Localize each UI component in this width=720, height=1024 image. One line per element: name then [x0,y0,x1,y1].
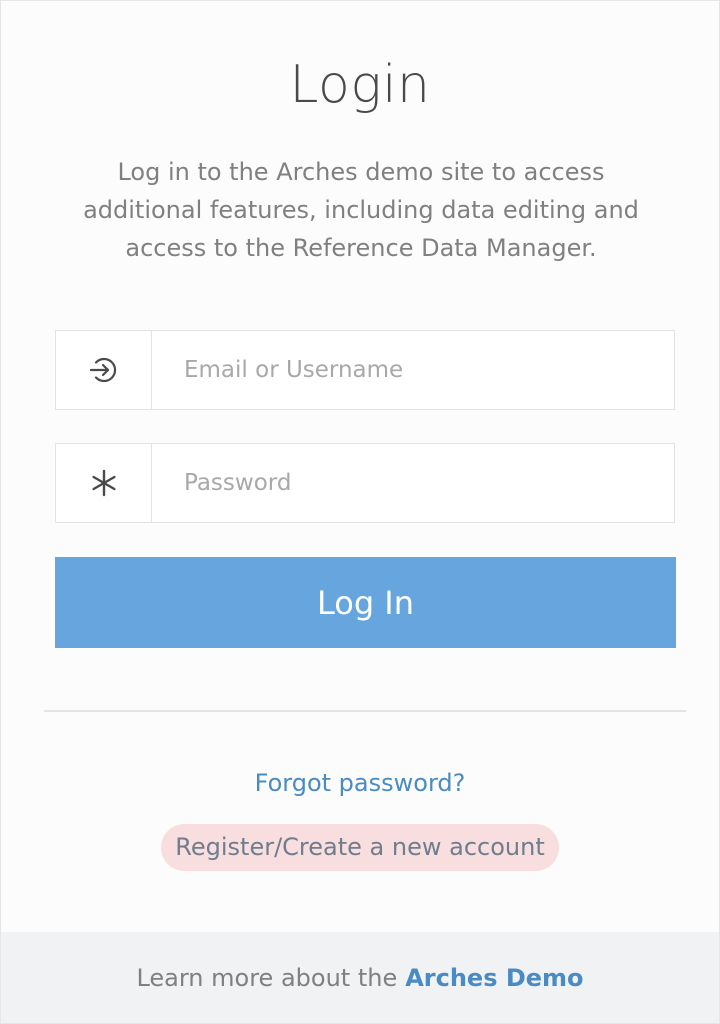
login-panel: Login Log in to the Arches demo site to … [0,0,720,1024]
password-field-group [55,443,675,523]
footer-text: Learn more about the [136,963,398,992]
register-link[interactable]: Register/Create a new account [161,824,559,871]
register-wrap: Register/Create a new account [1,824,719,871]
sign-in-icon [56,331,152,409]
divider [44,710,686,712]
username-input[interactable] [152,331,672,409]
login-button[interactable]: Log In [55,557,676,648]
footer: Learn more about the Arches Demo [1,932,719,1023]
asterisk-icon [56,444,152,522]
login-description: Log in to the Arches demo site to access… [83,158,639,262]
arches-demo-link[interactable]: Arches Demo [405,964,583,992]
password-input[interactable] [152,444,672,522]
forgot-password-link[interactable]: Forgot password? [1,769,719,797]
username-field-group [55,330,675,410]
page-title: Login [289,55,431,115]
